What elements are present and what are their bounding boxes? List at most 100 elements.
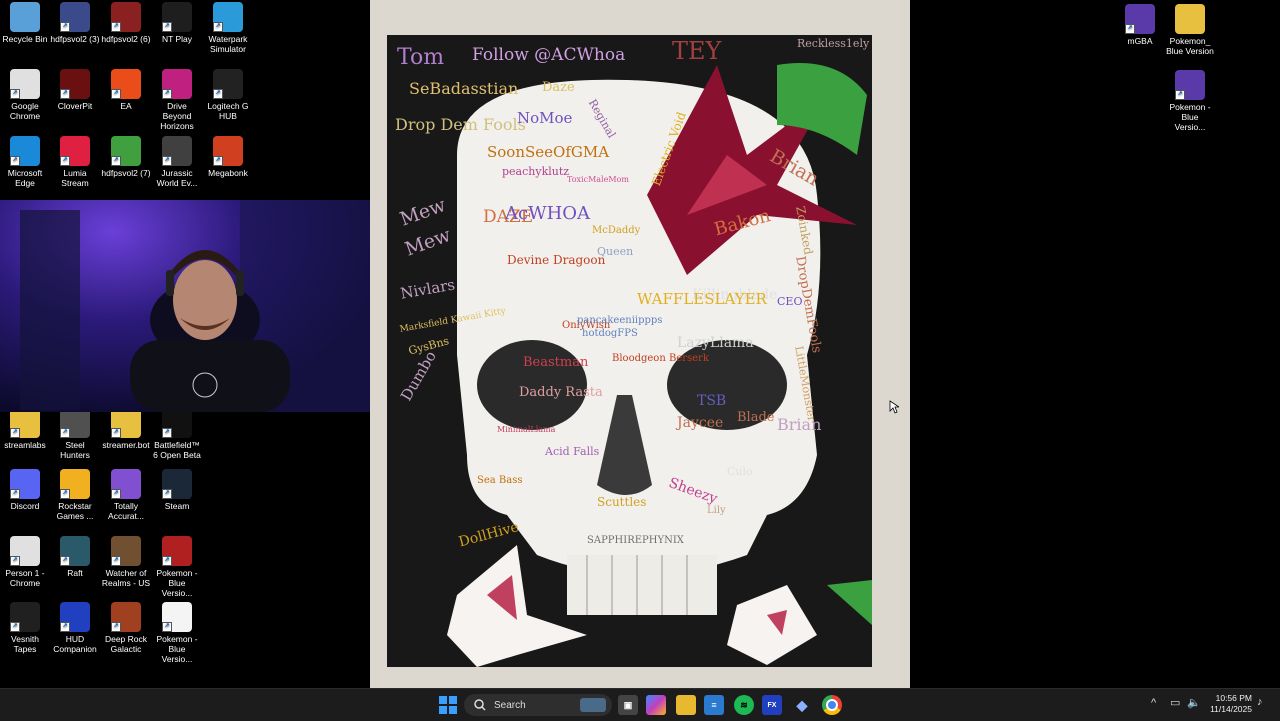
file-explorer-button[interactable] bbox=[676, 695, 696, 715]
desktop-icon-apex[interactable]: ↗ Pokemon - Blue Versio... bbox=[152, 536, 202, 598]
signature-text: Brian bbox=[777, 415, 822, 434]
streamer-app-button[interactable]: ◆ bbox=[792, 695, 812, 715]
desktop-icon-rockstar[interactable]: ↗ Rockstar Games ... bbox=[50, 469, 100, 521]
chrome-icon bbox=[826, 699, 838, 711]
chevron-up-icon[interactable]: ^ bbox=[1151, 697, 1156, 709]
signature-text: ToxicMaleMom bbox=[567, 175, 629, 184]
desktop-icon-label: hdfpsvol2 (3) bbox=[50, 34, 100, 44]
desktop-icon-gba[interactable]: ↗ Pokemon - Blue Versio... bbox=[1165, 70, 1215, 132]
desktop-icon-hud[interactable]: ↗ HUD Companion bbox=[50, 602, 100, 654]
desktop-icon-label: Pokemon - Blue Versio... bbox=[1169, 102, 1211, 132]
drive-beyond-icon: ↗ bbox=[162, 69, 192, 99]
desktop-icon-label: Raft bbox=[67, 568, 83, 578]
windows-icon bbox=[439, 696, 457, 714]
mouse-cursor-icon bbox=[889, 400, 899, 414]
shortcut-arrow-icon: ↗ bbox=[162, 489, 172, 499]
notification-bell-icon[interactable]: ♪ bbox=[1257, 696, 1263, 708]
desktop-icon-tabs[interactable]: ↗ Totally Accurat... bbox=[101, 469, 151, 521]
desktop-icon-label: Person 1 - Chrome bbox=[5, 568, 45, 588]
desktop-icon-computer[interactable]: ↗ hdfpsvol2 (3) bbox=[50, 2, 100, 44]
desktop-icon-jurassic[interactable]: ↗ Jurassic World Ev... bbox=[152, 136, 202, 188]
shortcut-arrow-icon: ↗ bbox=[10, 489, 20, 499]
search-icon bbox=[474, 699, 486, 711]
desktop-icon-label: streamlabs bbox=[4, 440, 46, 450]
desktop-icon-label: Microsoft Edge bbox=[7, 168, 43, 188]
desktop-icon-nt-play[interactable]: ↗ NT Play bbox=[152, 2, 202, 44]
desktop-icon-gba[interactable]: ↗ mGBA bbox=[1115, 4, 1165, 46]
volume-icon[interactable]: 🔈 bbox=[1187, 696, 1201, 709]
steam-icon: ↗ bbox=[162, 469, 192, 499]
desktop-icon-label: hdfpsvol2 (7) bbox=[101, 168, 151, 178]
hud-companion-taskbar-button[interactable]: FX bbox=[762, 695, 782, 715]
desktop-icon-label: Totally Accurat... bbox=[108, 501, 144, 521]
signature-text: SoonSeeOfGMA bbox=[487, 143, 610, 161]
desktop-icon-label: Google Chrome bbox=[9, 101, 41, 121]
signature-text: Culo bbox=[727, 465, 753, 478]
desktop-icon-watcher[interactable]: ↗ Watcher of Realms - US bbox=[101, 536, 151, 588]
desktop-icon-ninja[interactable]: ↗ hdfpsvol2 (6) bbox=[101, 2, 151, 44]
task-view-button[interactable]: ▣ bbox=[618, 695, 638, 715]
edge-icon: ↗ bbox=[10, 136, 40, 166]
start-button[interactable] bbox=[438, 695, 458, 715]
computer-icon: ↗ bbox=[60, 2, 90, 32]
search-placeholder: Search bbox=[494, 699, 526, 711]
desktop-icon-label: Drive Beyond Horizons bbox=[160, 101, 194, 131]
taskbar-search-box[interactable]: Search bbox=[464, 694, 612, 716]
desktop-icon-cloverpit[interactable]: ↗ CloverPit bbox=[50, 69, 100, 111]
signature-text: Daddy Rasta bbox=[519, 385, 603, 400]
copilot-button[interactable] bbox=[646, 695, 666, 715]
clock[interactable]: 10:56 PM 11/14/2025 bbox=[1206, 693, 1252, 715]
desktop-icon-folder[interactable]: ↗ streamlabs bbox=[0, 408, 50, 450]
desktop-icon-raft[interactable]: ↗ Raft bbox=[50, 536, 100, 578]
spotify-button[interactable]: ≋ bbox=[734, 695, 754, 715]
desktop-icon-chrome[interactable]: ↗ Google Chrome bbox=[0, 69, 50, 121]
network-icon[interactable]: ▭ bbox=[1170, 696, 1180, 709]
shortcut-arrow-icon: ↗ bbox=[1175, 90, 1185, 100]
signature-text: Queen bbox=[597, 245, 634, 258]
desktop-icon-lumia[interactable]: ↗ Lumia Stream bbox=[50, 136, 100, 188]
gba-icon: ↗ bbox=[1175, 70, 1205, 100]
streamer-silhouette bbox=[20, 200, 376, 412]
signature-text: peachyklutz bbox=[502, 165, 570, 178]
signature-text: WAFFLESLAYER bbox=[637, 290, 767, 308]
desktop-icon-label: streamer.bot bbox=[102, 440, 150, 450]
discord-icon: ↗ bbox=[10, 469, 40, 499]
desktop-icon-folder[interactable]: ↗ streamer.bot bbox=[101, 408, 151, 450]
desktop-icon-recycle-bin[interactable]: Recycle Bin bbox=[0, 2, 50, 44]
desktop-icon-label: mGBA bbox=[1127, 36, 1153, 46]
shortcut-arrow-icon: ↗ bbox=[162, 89, 172, 99]
desktop-icon-vesnith[interactable]: ↗ Vesnith Tapes bbox=[0, 602, 50, 654]
task-view-icon: ▣ bbox=[623, 699, 633, 710]
clock-date: 11/14/2025 bbox=[1210, 704, 1252, 714]
desktop-icon-battlefield[interactable]: ↗ Battlefield™ 6 Open Beta bbox=[152, 408, 202, 460]
desktop-icon-steel-hunters[interactable]: ↗ Steel Hunters bbox=[50, 408, 100, 460]
desktop-icon-ea[interactable]: ↗ EA bbox=[101, 69, 151, 111]
desktop-icon-file[interactable]: ↗ Pokemon - Blue Versio... bbox=[152, 602, 202, 664]
desktop-icon-dragon[interactable]: ↗ hdfpsvol2 (7) bbox=[101, 136, 151, 178]
desktop-icon-logitech[interactable]: ↗ Logitech G HUB bbox=[203, 69, 253, 121]
desktop-icon-steam[interactable]: ↗ Steam bbox=[152, 469, 202, 511]
shortcut-arrow-icon: ↗ bbox=[111, 489, 121, 499]
shortcut-arrow-icon: ↗ bbox=[1125, 24, 1135, 34]
signature-text: Beastman bbox=[523, 355, 589, 370]
signature-text: Lily bbox=[707, 505, 726, 516]
desktop-icon-label: Jurassic World Ev... bbox=[156, 168, 198, 188]
signature-text: TSB bbox=[697, 393, 727, 409]
watcher-icon: ↗ bbox=[111, 536, 141, 566]
desktop-icon-waterpark[interactable]: ↗ Waterpark Simulator bbox=[203, 2, 253, 54]
shortcut-arrow-icon: ↗ bbox=[60, 428, 70, 438]
desktop-icon-folder[interactable]: Pokemon_ Blue Version bbox=[1165, 4, 1215, 56]
desktop-icon-chrome-person[interactable]: ↗ Person 1 - Chrome bbox=[0, 536, 50, 588]
desktop-icon-discord[interactable]: ↗ Discord bbox=[0, 469, 50, 511]
signature-text: Follow @ACWhoa bbox=[472, 45, 626, 65]
notepad-button[interactable]: ≡ bbox=[704, 695, 724, 715]
signature-text: Drop Dem Fools bbox=[395, 115, 526, 134]
recycle-bin-icon bbox=[10, 2, 40, 32]
signature-text: Daze bbox=[542, 80, 575, 95]
chrome-taskbar-button[interactable] bbox=[822, 695, 842, 715]
desktop-icon-deep-rock[interactable]: ↗ Deep Rock Galactic bbox=[101, 602, 151, 654]
desktop-icon-edge[interactable]: ↗ Microsoft Edge bbox=[0, 136, 50, 188]
signature-text: hotdogFPS bbox=[582, 328, 638, 339]
desktop-icon-drive-beyond[interactable]: ↗ Drive Beyond Horizons bbox=[152, 69, 202, 131]
desktop-icon-megabonk[interactable]: ↗ Megabonk bbox=[203, 136, 253, 178]
